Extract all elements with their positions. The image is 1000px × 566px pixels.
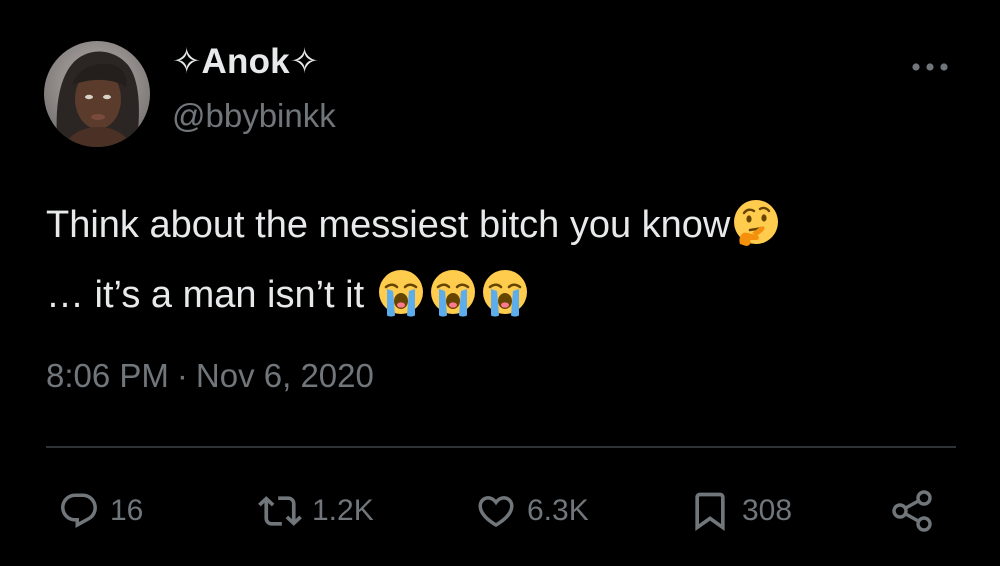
tweet-time: 8:06 PM	[46, 357, 169, 394]
avatar-image	[44, 41, 150, 147]
like-button[interactable]: 6.3K	[475, 487, 589, 535]
divider	[46, 446, 956, 448]
share-button[interactable]	[888, 487, 936, 535]
tweet-card[interactable]: ✧Anok✧ @bbybinkk Think about the messies…	[0, 0, 1000, 566]
tweet-text-line-1: Think about the messiest bitch you know	[46, 190, 956, 260]
tweet-text-line-1-words: Think about the messiest bitch you know	[46, 204, 731, 246]
tweet-text-line-2-words: … it’s a man isn’t it	[46, 274, 365, 316]
loudly-crying-face-emoji	[375, 267, 427, 319]
like-count: 6.3K	[527, 494, 589, 527]
loudly-crying-face-emoji	[479, 267, 531, 319]
share-icon	[892, 490, 932, 532]
reply-count: 16	[110, 494, 144, 527]
tweet-timestamp[interactable]: 8:06 PM · Nov 6, 2020	[46, 357, 374, 395]
thinking-face-emoji	[730, 197, 782, 249]
heart-icon	[478, 496, 514, 528]
tweet-date: Nov 6, 2020	[195, 357, 374, 394]
loudly-crying-face-emoji	[427, 267, 479, 319]
reply-button[interactable]: 16	[58, 487, 143, 535]
retweet-icon	[258, 496, 302, 526]
bookmark-count: 308	[742, 494, 793, 527]
tweet-text-line-2: … it’s a man isn’t it	[46, 260, 956, 330]
reply-icon	[61, 493, 97, 528]
more-options-button[interactable]	[908, 52, 952, 82]
avatar[interactable]	[44, 41, 150, 147]
retweet-count: 1.2K	[312, 494, 374, 527]
bookmark-button[interactable]: 308	[688, 487, 792, 535]
tweet-text: Think about the messiest bitch you know …	[46, 190, 956, 330]
more-horizontal-icon	[912, 63, 948, 71]
bookmark-icon	[695, 492, 725, 532]
user-handle[interactable]: @bbybinkk	[172, 97, 336, 135]
display-name[interactable]: ✧Anok✧	[172, 42, 319, 82]
meta-separator: ·	[176, 357, 188, 394]
retweet-button[interactable]: 1.2K	[258, 487, 374, 535]
